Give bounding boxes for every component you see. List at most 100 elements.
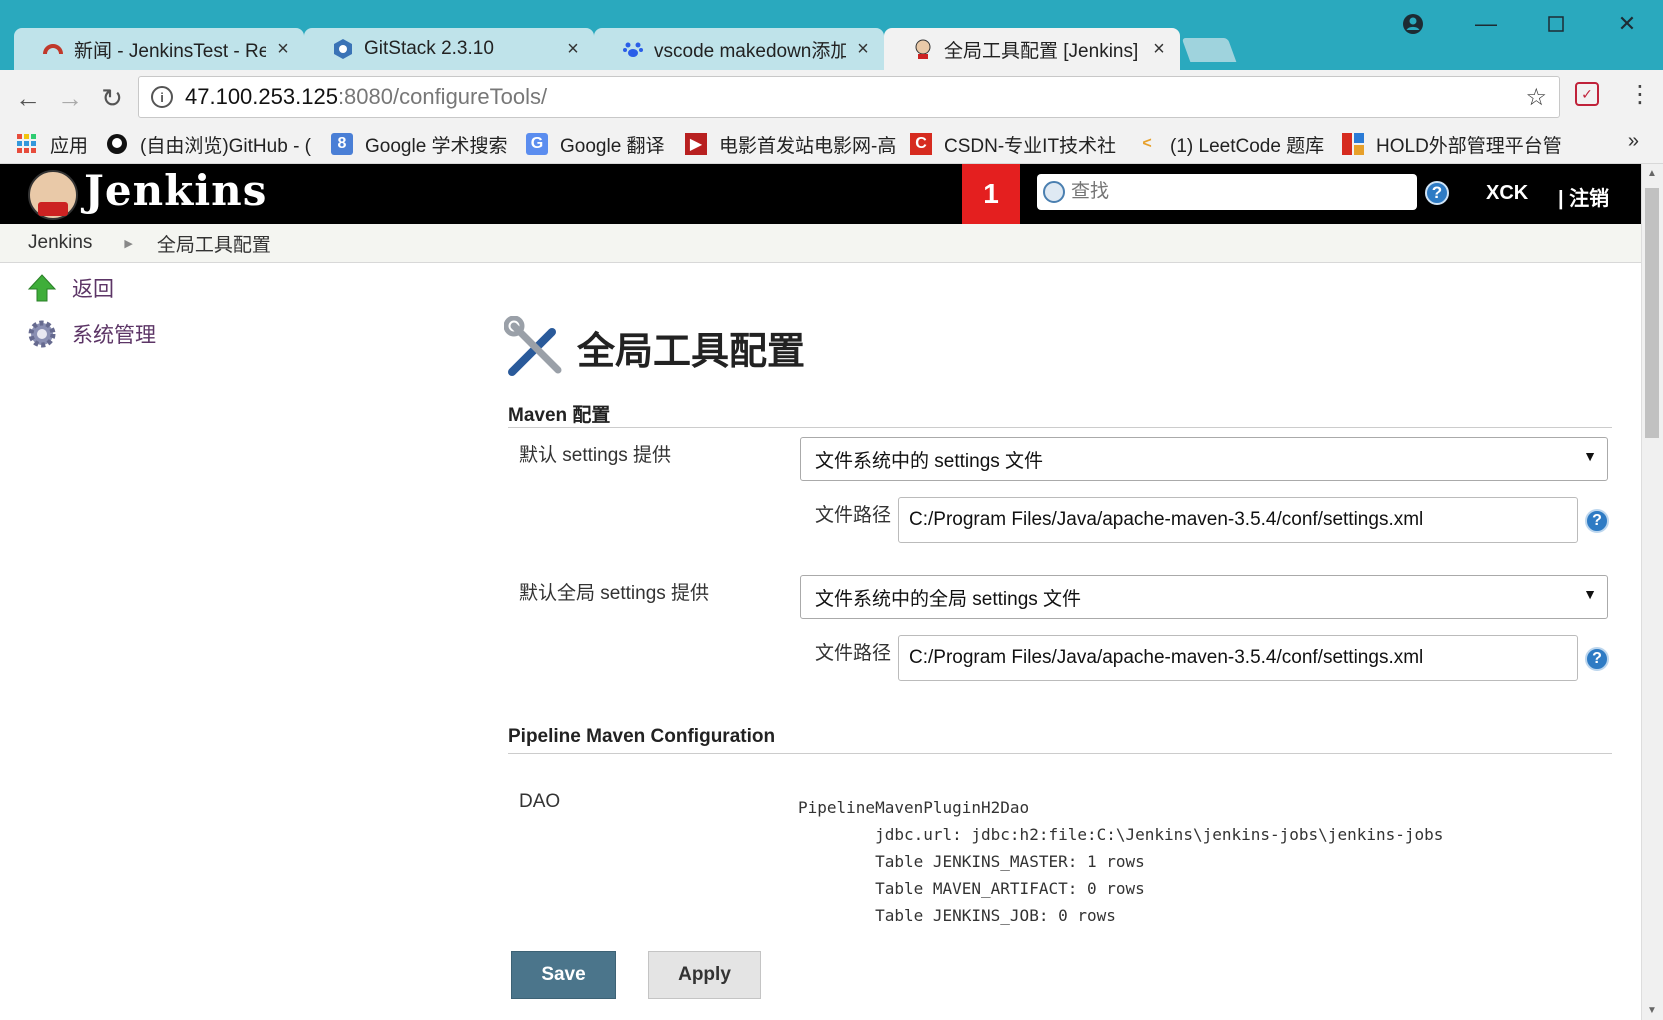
global-settings-path-label: 文件路径 [815,643,892,664]
search-icon [1043,181,1065,203]
notification-badge[interactable]: 1 [962,164,1020,224]
tab-title: GitStack 2.3.10 [364,38,494,59]
scroll-up-icon[interactable]: ▲ [1647,168,1657,179]
section-divider [508,427,1612,428]
profile-icon[interactable] [1383,6,1443,42]
baidu-paw-icon [622,38,644,60]
side-link-back[interactable]: 返回 [26,272,114,304]
bookmark-leetcode[interactable]: < (1) LeetCode 题库 [1136,129,1324,159]
browser-menu-icon[interactable]: ⋮ [1628,80,1652,109]
new-tab-button[interactable] [1181,38,1237,62]
dao-line: Table JENKINS_JOB: 0 rows [798,906,1116,925]
dao-line: Table JENKINS_MASTER: 1 rows [798,852,1145,871]
bookmark-apps[interactable]: 应用 [16,129,88,159]
side-link-label: 返回 [72,278,114,301]
bookmark-label: 应用 [50,135,89,157]
dropdown-arrow-icon: ▼ [1583,586,1597,602]
google-translate-icon: G [526,133,548,155]
tab-gitstack[interactable]: GitStack 2.3.10 × [304,28,594,70]
address-bar[interactable]: i 47.100.253.125:8080/configureTools/ ☆ [138,76,1560,118]
jenkins-icon [912,38,934,60]
apply-button[interactable]: Apply [648,951,761,999]
side-link-label: 系统管理 [72,324,156,347]
settings-path-input[interactable] [898,497,1578,543]
jenkins-title[interactable]: Jenkins [84,166,267,215]
wrench-screwdriver-icon [503,315,568,380]
bookmark-label: HOLD外部管理平台管 [1376,135,1562,157]
page-title: 全局工具配置 [577,331,806,373]
bookmark-label: 电影首发站电影网-高 [719,135,897,157]
breadcrumb-jenkins[interactable]: Jenkins [28,232,92,254]
bookmark-movie-site[interactable]: ▶ 电影首发站电影网-高 [685,129,896,159]
jenkins-butler-logo[interactable] [28,170,78,220]
scroll-down-icon[interactable]: ▼ [1647,1005,1657,1016]
browser-tab-bar: 新闻 - JenkinsTest - Re × GitStack 2.3.10 … [0,0,1663,70]
page-scrollbar[interactable]: ▲ ▼ [1641,164,1663,1020]
back-arrow-icon[interactable]: ← [12,82,44,114]
tab-title: 全局工具配置 [Jenkins] [944,40,1139,62]
search-box[interactable] [1037,174,1417,210]
breadcrumb-configure-tools[interactable]: 全局工具配置 [157,230,271,257]
section-divider [508,753,1612,754]
google-scholar-icon: 8 [331,133,353,155]
site-info-icon[interactable]: i [151,86,173,108]
tab-vscode[interactable]: vscode makedown添加 × [594,28,884,70]
maximize-icon[interactable] [1526,6,1586,42]
global-settings-path-input[interactable] [898,635,1578,681]
page-viewport: Jenkins 1 ? XCK | 注销 Jenkins ▶ 全局工具配置 返回… [0,164,1641,1020]
tab-close-icon[interactable]: × [562,38,584,61]
search-input[interactable] [1069,180,1393,204]
extension-icon[interactable]: ✓ [1575,82,1599,106]
bookmark-csdn[interactable]: C CSDN-专业IT技术社 [910,129,1116,159]
help-icon[interactable]: ? [1425,181,1449,205]
bookmark-label: Google 学术搜索 [365,135,508,157]
reload-icon[interactable]: ↻ [96,82,128,114]
breadcrumb-separator-icon[interactable]: ▶ [124,237,132,250]
bookmark-github[interactable]: (自由浏览)GitHub - ( [106,129,311,159]
gear-icon [26,318,58,350]
dao-line: jdbc.url: jdbc:h2:file:C:\Jenkins\jenkin… [798,825,1444,844]
settings-path-label: 文件路径 [815,505,892,526]
close-window-icon[interactable]: ✕ [1597,6,1657,42]
bookmark-star-icon[interactable]: ☆ [1525,83,1547,112]
browser-nav-bar: ← → ↻ i 47.100.253.125:8080/configureToo… [0,70,1663,125]
tab-title: vscode makedown添加 [654,40,846,62]
tab-close-icon[interactable]: × [852,38,874,61]
select-value: 文件系统中的 settings 文件 [815,450,1044,472]
bookmarks-overflow-icon[interactable]: » [1628,130,1639,153]
url-text: 47.100.253.125:8080/configureTools/ [185,84,548,109]
dao-line: PipelineMavenPluginH2Dao [798,798,1030,817]
hold-icon [1342,133,1364,155]
tab-title: 新闻 - JenkinsTest - Re [74,40,266,62]
user-link[interactable]: XCK [1486,182,1528,205]
forward-arrow-icon[interactable]: → [54,82,86,114]
github-icon [106,133,128,155]
select-value: 文件系统中的全局 settings 文件 [815,588,1082,610]
settings-provider-select[interactable]: 文件系统中的 settings 文件 ▼ [800,437,1608,481]
dropdown-arrow-icon: ▼ [1583,448,1597,464]
global-settings-provider-select[interactable]: 文件系统中的全局 settings 文件 ▼ [800,575,1608,619]
bookmark-google-translate[interactable]: G Google 翻译 [526,129,665,159]
bookmark-label: Google 翻译 [560,135,665,157]
scrollbar-thumb[interactable] [1645,188,1659,438]
tab-jenkins-configure-tools[interactable]: 全局工具配置 [Jenkins] × [884,28,1180,70]
dao-label: DAO [519,791,561,812]
help-icon[interactable]: ? [1585,509,1609,533]
breadcrumb: Jenkins ▶ 全局工具配置 [0,224,1641,263]
bookmark-label: (自由浏览)GitHub - ( [140,135,312,157]
help-icon[interactable]: ? [1585,647,1609,671]
dao-description: PipelineMavenPluginH2Dao jdbc.url: jdbc:… [798,794,1443,929]
bookmark-hold[interactable]: HOLD外部管理平台管 [1342,129,1562,159]
side-link-manage[interactable]: 系统管理 [26,318,156,350]
pipeline-section-title: Pipeline Maven Configuration [508,726,776,747]
bookmark-google-scholar[interactable]: 8 Google 学术搜索 [331,129,508,159]
logout-link[interactable]: | 注销 [1558,182,1609,211]
jenkins-header: Jenkins 1 ? XCK | 注销 [0,164,1641,224]
tab-close-icon[interactable]: × [272,38,294,61]
tab-close-icon[interactable]: × [1148,38,1170,61]
minimize-icon[interactable]: — [1456,6,1516,42]
dao-line: Table MAVEN_ARTIFACT: 0 rows [798,879,1145,898]
leetcode-icon: < [1142,135,1152,152]
tab-jenkinstest[interactable]: 新闻 - JenkinsTest - Re × [14,28,304,70]
save-button[interactable]: Save [511,951,616,999]
